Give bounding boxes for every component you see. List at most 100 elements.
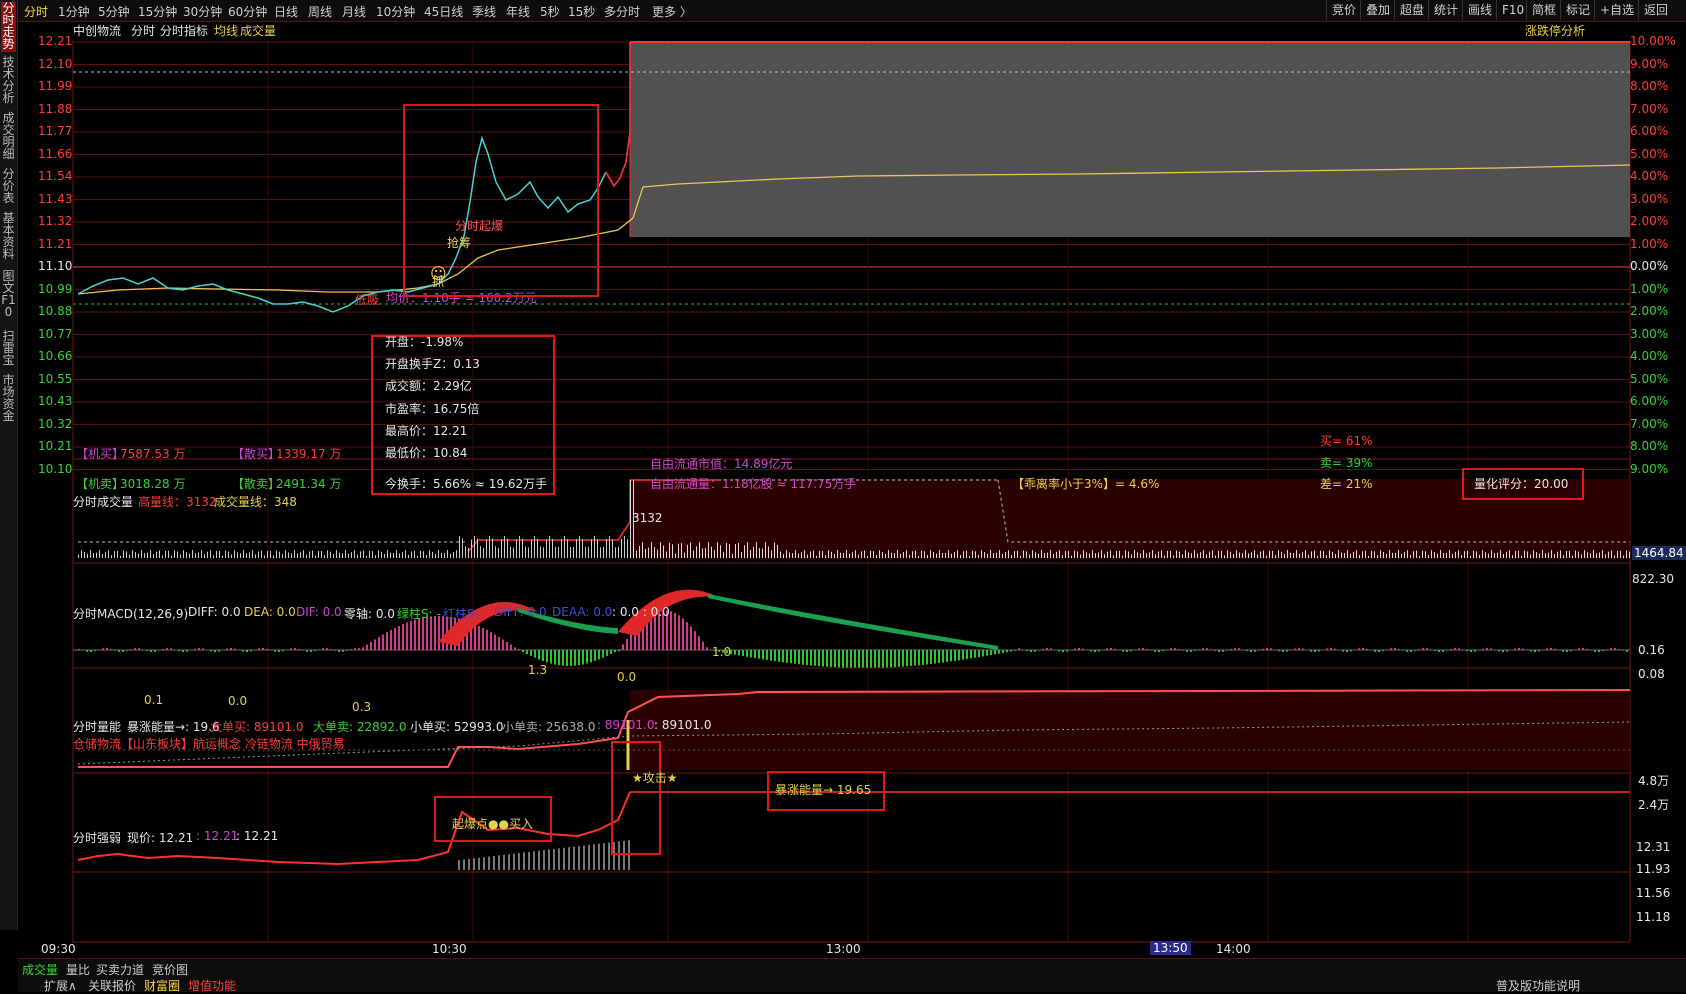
limit-analysis-button[interactable]: 涨跌停分析 bbox=[1525, 22, 1585, 39]
btab-ratio[interactable]: 量比 bbox=[66, 961, 90, 978]
tab-more[interactable]: 更多 〉 bbox=[652, 3, 692, 20]
btn-add-fav[interactable]: +自选 bbox=[1594, 0, 1639, 20]
vol-bar bbox=[450, 554, 451, 558]
macd-bar bbox=[414, 620, 416, 650]
vol-bar bbox=[843, 553, 844, 558]
macd-bar bbox=[1006, 650, 1008, 652]
btn-f10[interactable]: F10 bbox=[1496, 0, 1529, 20]
btab-help[interactable]: 普及版功能说明 bbox=[1496, 977, 1580, 994]
macd-bar bbox=[266, 649, 268, 650]
vol-bar bbox=[1452, 554, 1453, 558]
vol-bar bbox=[1236, 550, 1237, 558]
vol-bar bbox=[1011, 555, 1012, 558]
vtab-0[interactable]: 分时走势 bbox=[1, 2, 16, 52]
tab-fenshi[interactable]: 分时 bbox=[24, 3, 48, 20]
btn-super[interactable]: 超盘 bbox=[1394, 0, 1429, 20]
attack-box bbox=[611, 741, 661, 855]
macd-bar bbox=[1578, 648, 1580, 650]
strength-bar bbox=[478, 858, 480, 870]
vtab-5[interactable]: 图文F10 bbox=[1, 270, 16, 322]
tab-month[interactable]: 月线 bbox=[342, 3, 366, 20]
vol-bar bbox=[153, 554, 154, 558]
tab-season[interactable]: 季线 bbox=[472, 3, 496, 20]
tab-45day[interactable]: 45日线 bbox=[424, 3, 463, 20]
vol-bar bbox=[714, 550, 715, 558]
vol-bar bbox=[1131, 554, 1132, 558]
tab-15sec[interactable]: 15秒 bbox=[568, 3, 595, 20]
vtab-1[interactable]: 技术分析 bbox=[1, 56, 16, 106]
tab-week[interactable]: 周线 bbox=[308, 3, 332, 20]
vol-bar bbox=[1008, 550, 1009, 558]
tab-day[interactable]: 日线 bbox=[274, 3, 298, 20]
vtab-3[interactable]: 分价表 bbox=[1, 168, 16, 208]
macd-bar bbox=[1058, 650, 1060, 651]
macd-bar bbox=[366, 645, 368, 650]
vol-bar bbox=[741, 552, 742, 558]
vol-bar bbox=[117, 551, 118, 558]
macd-bar bbox=[1090, 650, 1092, 651]
vol-bar bbox=[1365, 551, 1366, 558]
macd-bar bbox=[322, 648, 324, 650]
btab-expand[interactable]: 扩展∧ bbox=[44, 977, 77, 994]
tab-year[interactable]: 年线 bbox=[506, 3, 530, 20]
macd-bar bbox=[1502, 650, 1504, 652]
vol-bar bbox=[666, 551, 667, 558]
vol-bar bbox=[1068, 551, 1069, 558]
vol-bar bbox=[966, 551, 967, 558]
macd-mark-2: 0.3 bbox=[352, 700, 371, 714]
vol-bar bbox=[1230, 552, 1231, 558]
macd-diff: DIFF: 0.0 bbox=[188, 605, 241, 619]
tab-60min[interactable]: 60分钟 bbox=[228, 3, 267, 20]
vol-bar bbox=[846, 550, 847, 558]
vtab-6[interactable]: 扫雷宝 bbox=[1, 330, 16, 370]
tab-5min[interactable]: 5分钟 bbox=[98, 3, 130, 20]
vol-bar bbox=[1584, 550, 1585, 558]
macd-bar bbox=[314, 650, 316, 651]
tab-10min[interactable]: 10分钟 bbox=[376, 3, 415, 20]
btab-vol[interactable]: 成交量 bbox=[22, 961, 58, 978]
vol-bar bbox=[1611, 550, 1612, 558]
btn-overlay[interactable]: 叠加 bbox=[1360, 0, 1395, 20]
macd-bar bbox=[1454, 648, 1456, 650]
tab-15min[interactable]: 15分钟 bbox=[138, 3, 177, 20]
btn-stats[interactable]: 统计 bbox=[1428, 0, 1463, 20]
macd-bar bbox=[1602, 650, 1604, 651]
vol-title: 分时成交量 bbox=[73, 493, 133, 510]
vol-bar bbox=[360, 551, 361, 558]
vtab-7[interactable]: 市场资金 bbox=[1, 374, 16, 426]
tab-multi[interactable]: 多分时 bbox=[604, 3, 640, 20]
macd-bar bbox=[1170, 648, 1172, 650]
vol-bar bbox=[1338, 550, 1339, 558]
energy-title: 分时量能 bbox=[73, 718, 121, 735]
vol-bar bbox=[945, 553, 946, 558]
vol-bar bbox=[999, 550, 1000, 558]
vol-bar bbox=[1095, 553, 1096, 558]
vol-bar bbox=[807, 555, 808, 558]
btab-addon[interactable]: 增值功能 bbox=[188, 977, 236, 994]
macd-bar bbox=[170, 648, 172, 650]
tab-30min[interactable]: 30分钟 bbox=[183, 3, 222, 20]
tab-1min[interactable]: 1分钟 bbox=[58, 3, 90, 20]
btab-force[interactable]: 买卖力道 bbox=[96, 961, 144, 978]
btn-mark[interactable]: 标记 bbox=[1560, 0, 1595, 20]
vol-bar bbox=[522, 539, 523, 558]
btn-draw[interactable]: 画线 bbox=[1462, 0, 1497, 20]
vol-bar bbox=[1401, 554, 1402, 558]
btn-auction[interactable]: 竞价 bbox=[1326, 0, 1361, 20]
btn-simple[interactable]: 简框 bbox=[1526, 0, 1561, 20]
mode-label[interactable]: 分时 bbox=[131, 22, 155, 39]
tab-5sec[interactable]: 5秒 bbox=[540, 3, 560, 20]
vtab-4[interactable]: 基本资料 bbox=[1, 212, 16, 264]
btn-back[interactable]: 返回 bbox=[1638, 0, 1673, 20]
btab-auction[interactable]: 竞价图 bbox=[152, 961, 188, 978]
vol-bar bbox=[1155, 554, 1156, 558]
macd-bar bbox=[1458, 648, 1460, 650]
macd-bar bbox=[1586, 649, 1588, 650]
indicator-label[interactable]: 分时指标 bbox=[160, 22, 208, 39]
vol-bar bbox=[1062, 555, 1063, 558]
vol-bar bbox=[822, 551, 823, 558]
btab-wealth[interactable]: 财富圈 bbox=[144, 977, 180, 994]
strength-bar bbox=[598, 844, 600, 870]
vtab-2[interactable]: 成交明细 bbox=[1, 112, 16, 162]
btab-related[interactable]: 关联报价 bbox=[88, 977, 136, 994]
